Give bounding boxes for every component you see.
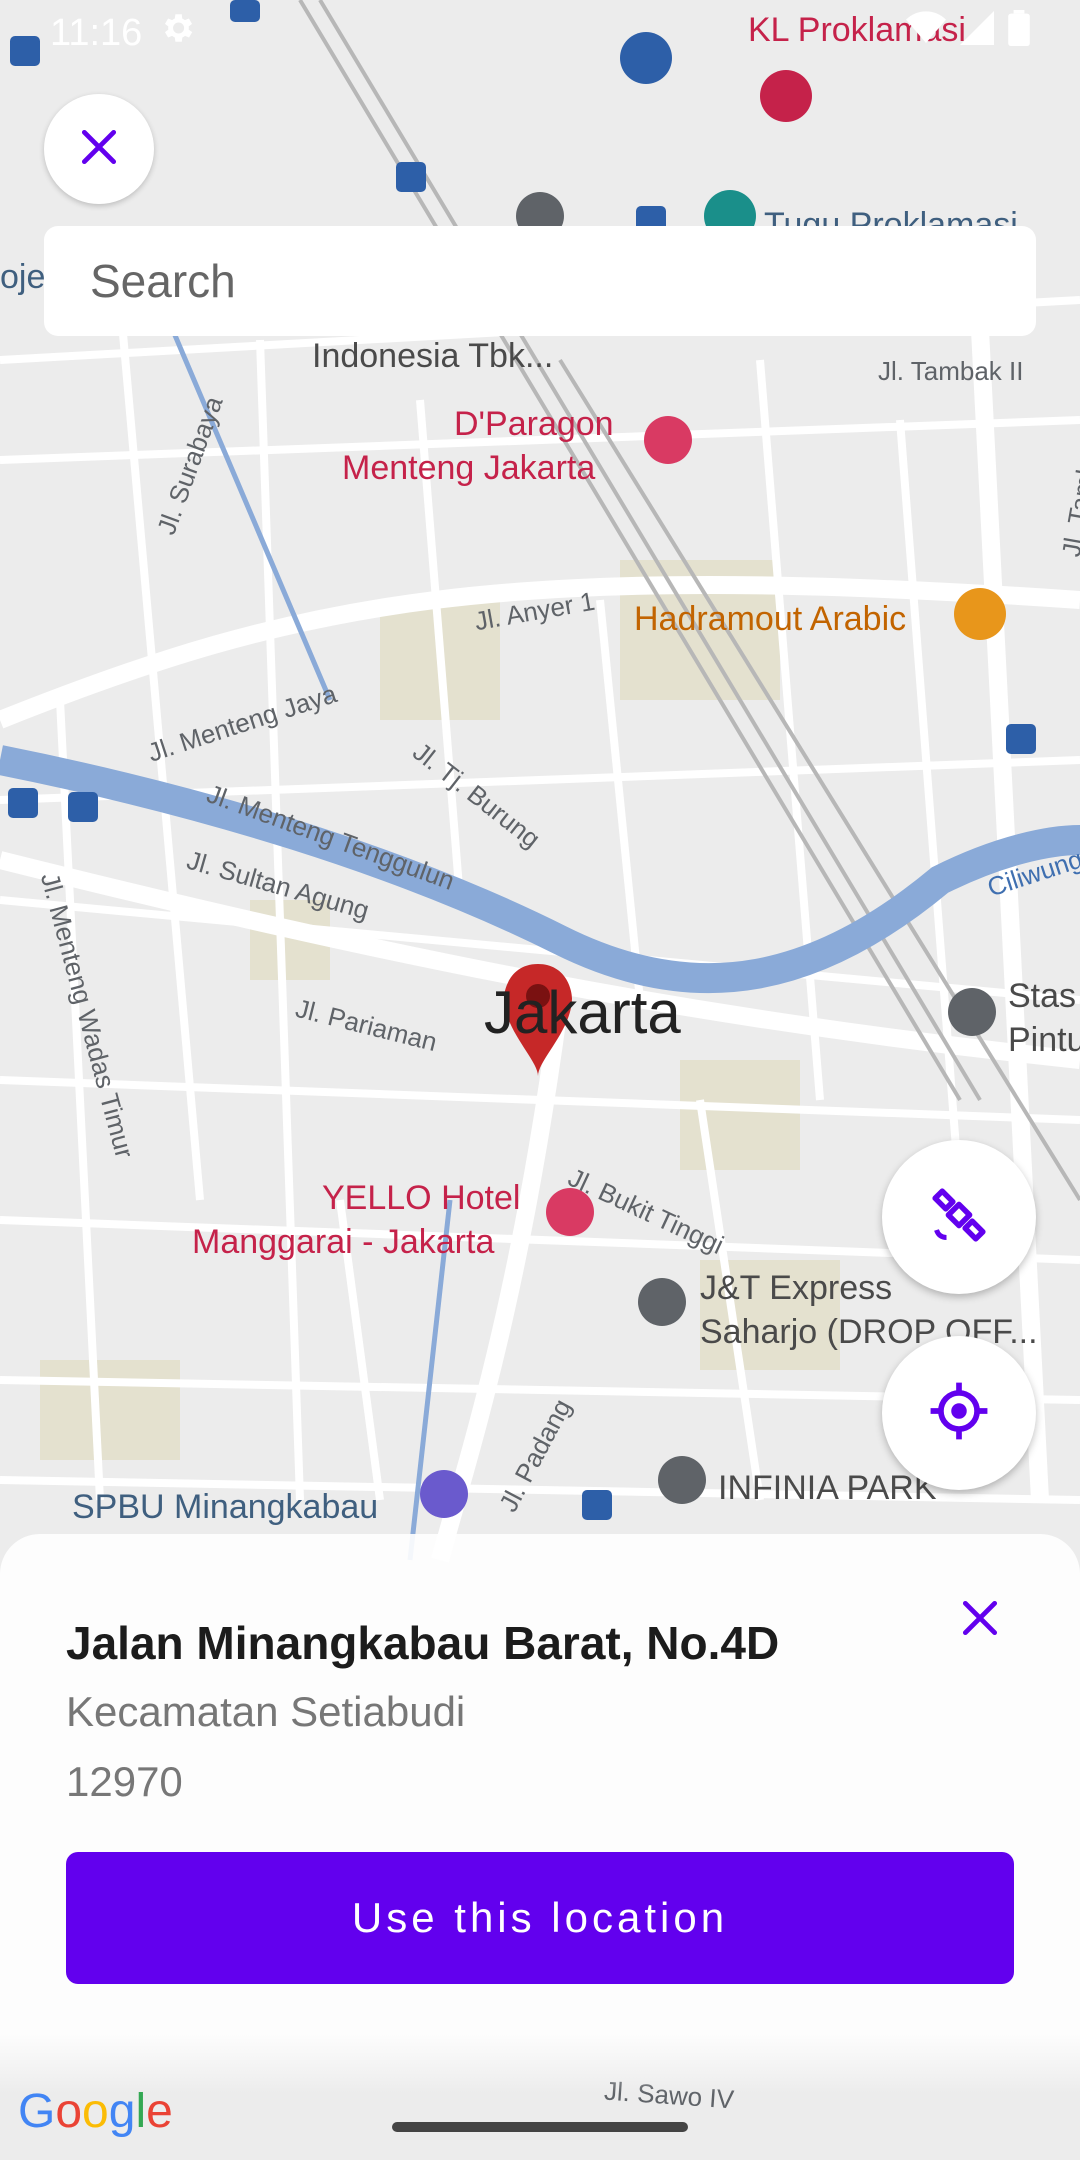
status-bar: 11:16 — [0, 0, 1080, 66]
poi-indonesia: Indonesia Tbk... — [312, 337, 554, 375]
crosshair-icon — [928, 1380, 990, 1447]
my-location-button[interactable] — [882, 1336, 1036, 1490]
poi-stasiun-1: Stas — [1008, 977, 1077, 1015]
poi-spbu: SPBU Minangkabau — [72, 1488, 379, 1526]
poi-stasiun-2: Pintu — [1008, 1021, 1080, 1059]
poi-jnt-1: J&T Express — [700, 1269, 893, 1307]
close-icon — [958, 1596, 1002, 1645]
battery-icon — [1008, 10, 1030, 56]
search-bar[interactable] — [44, 226, 1036, 336]
poi-infinia: INFINIA PARK — [718, 1469, 937, 1507]
street-tambak-ii: Jl. Tambak II — [878, 356, 1024, 386]
signal-icon — [960, 11, 994, 55]
poi-yello-1: YELLO Hotel — [322, 1179, 521, 1217]
poi-dparagon-1: D'Paragon — [454, 405, 614, 443]
google-logo: Google — [18, 2085, 173, 2138]
home-indicator[interactable] — [392, 2122, 688, 2132]
poi-yello-2: Manggarai - Jakarta — [192, 1223, 495, 1261]
search-input[interactable] — [88, 253, 992, 309]
poi-hadramout: Hadramout Arabic — [634, 600, 907, 638]
location-postcode: 12970 — [66, 1758, 183, 1805]
use-this-location-button[interactable]: Use this location — [66, 1852, 1014, 1984]
sheet-close-button[interactable] — [948, 1588, 1012, 1652]
status-time: 11:16 — [50, 11, 143, 54]
location-title: Jalan Minangkabau Barat, No.4D — [66, 1617, 780, 1669]
close-button[interactable] — [44, 94, 154, 204]
location-subtitle: Kecamatan Setiabudi — [66, 1688, 466, 1735]
location-bottom-sheet: Jalan Minangkabau Barat, No.4D Kecamatan… — [0, 1534, 1080, 2034]
close-icon — [77, 125, 121, 174]
satellite-toggle-button[interactable] — [882, 1140, 1036, 1294]
satellite-icon — [929, 1185, 989, 1250]
poi-proj: oje — [0, 258, 46, 296]
map-city-label: Jakarta — [484, 979, 681, 1046]
wifi-icon — [906, 11, 946, 55]
settings-icon — [158, 9, 196, 57]
poi-dparagon-2: Menteng Jakarta — [342, 449, 596, 487]
